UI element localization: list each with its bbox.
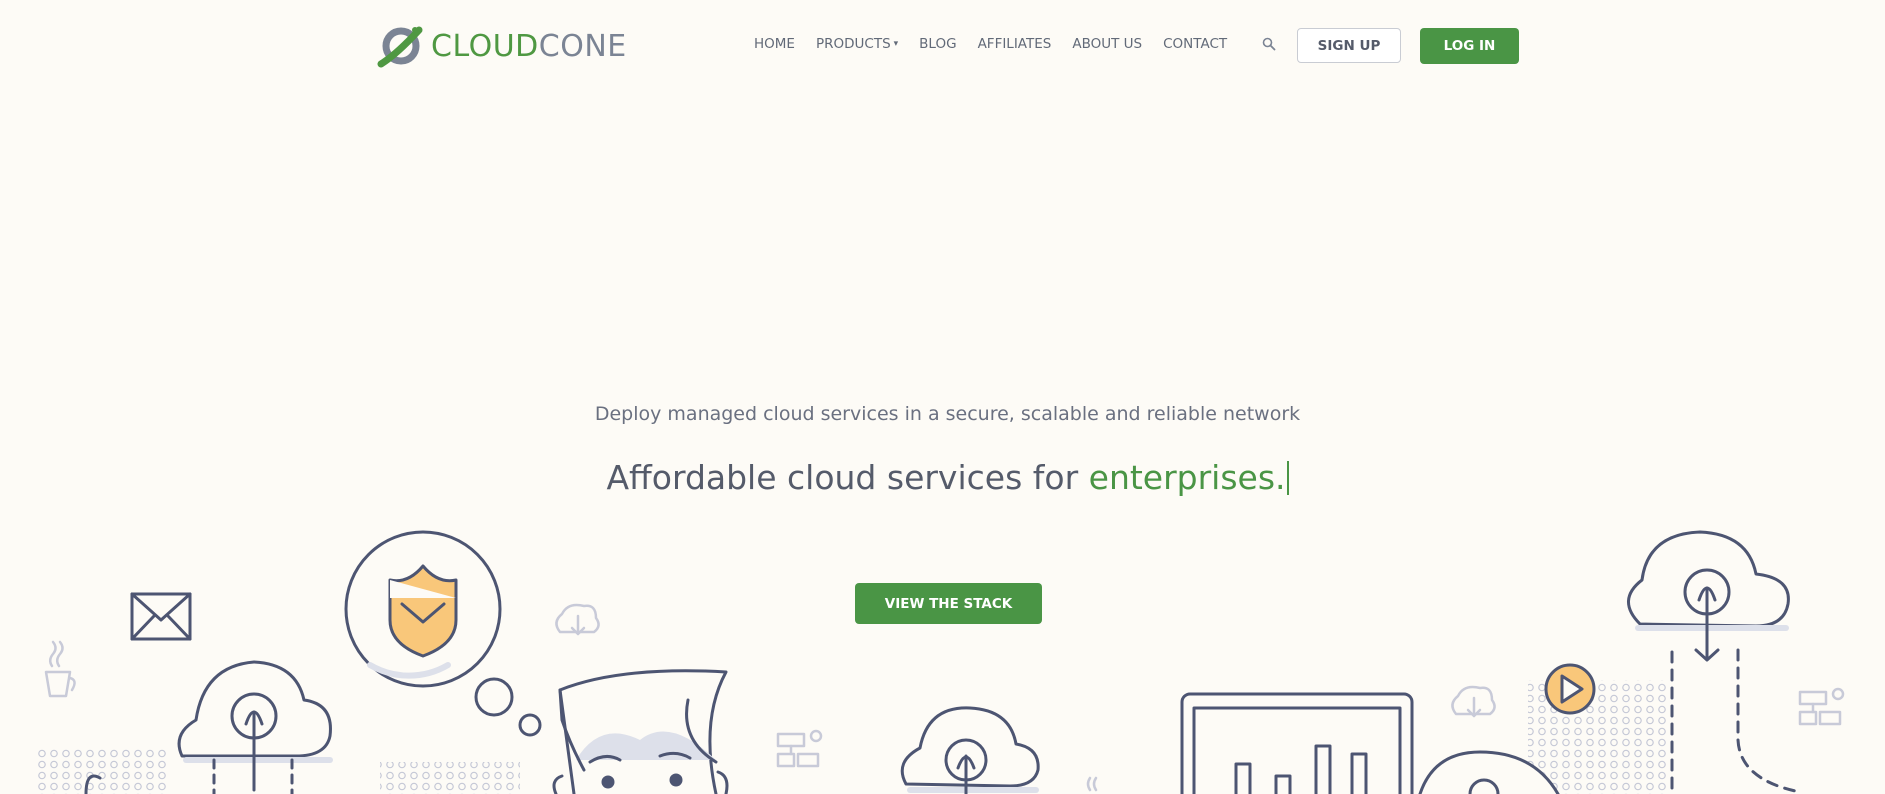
log-in-button[interactable]: LOG IN bbox=[1420, 28, 1519, 64]
envelope-icon bbox=[130, 592, 192, 641]
coffee-cup-icon bbox=[44, 640, 76, 698]
brand-logo[interactable]: CLOUDCONE bbox=[377, 24, 627, 70]
brand-wordmark: CLOUDCONE bbox=[431, 32, 627, 62]
chevron-down-icon: ▾ bbox=[893, 39, 899, 49]
nav-about-us[interactable]: ABOUT US bbox=[1072, 36, 1142, 52]
flowchart-icon bbox=[776, 729, 823, 768]
play-icon bbox=[1544, 663, 1596, 715]
dot-pattern bbox=[380, 762, 520, 794]
nav-products[interactable]: PRODUCTS ▾ bbox=[816, 36, 898, 52]
monitor-chart-illustration bbox=[1180, 692, 1560, 794]
person-illustration bbox=[552, 669, 729, 794]
typing-cursor bbox=[1286, 461, 1289, 495]
hero-headline: Affordable cloud services for enterprise… bbox=[0, 458, 1885, 497]
cloud-download-icon bbox=[1451, 685, 1496, 718]
hero-illustration bbox=[36, 530, 1845, 794]
cloudcone-logo-icon bbox=[377, 26, 423, 68]
search-icon[interactable] bbox=[1262, 37, 1276, 51]
shield-icon bbox=[344, 530, 542, 737]
nav-blog[interactable]: BLOG bbox=[919, 36, 956, 52]
headline-prefix: Affordable cloud services for bbox=[606, 458, 1089, 497]
dot-pattern bbox=[36, 748, 166, 794]
nav-contact[interactable]: CONTACT bbox=[1163, 36, 1227, 52]
hero-tagline: Deploy managed cloud services in a secur… bbox=[594, 403, 1301, 425]
cloud-download-icon bbox=[555, 603, 600, 636]
brand-name-part2: CONE bbox=[538, 29, 627, 64]
nav-home[interactable]: HOME bbox=[754, 36, 795, 52]
headline-accent: enterprises. bbox=[1088, 458, 1286, 497]
brand-name-part1: CLOUD bbox=[431, 29, 539, 64]
sign-up-button[interactable]: SIGN UP bbox=[1297, 28, 1401, 63]
nav-affiliates[interactable]: AFFILIATES bbox=[978, 36, 1052, 52]
main-nav: HOME PRODUCTS ▾ BLOG AFFILIATES ABOUT US … bbox=[754, 36, 1248, 52]
cloud-upload-icon bbox=[900, 706, 1040, 794]
flowchart-icon bbox=[1798, 687, 1845, 726]
